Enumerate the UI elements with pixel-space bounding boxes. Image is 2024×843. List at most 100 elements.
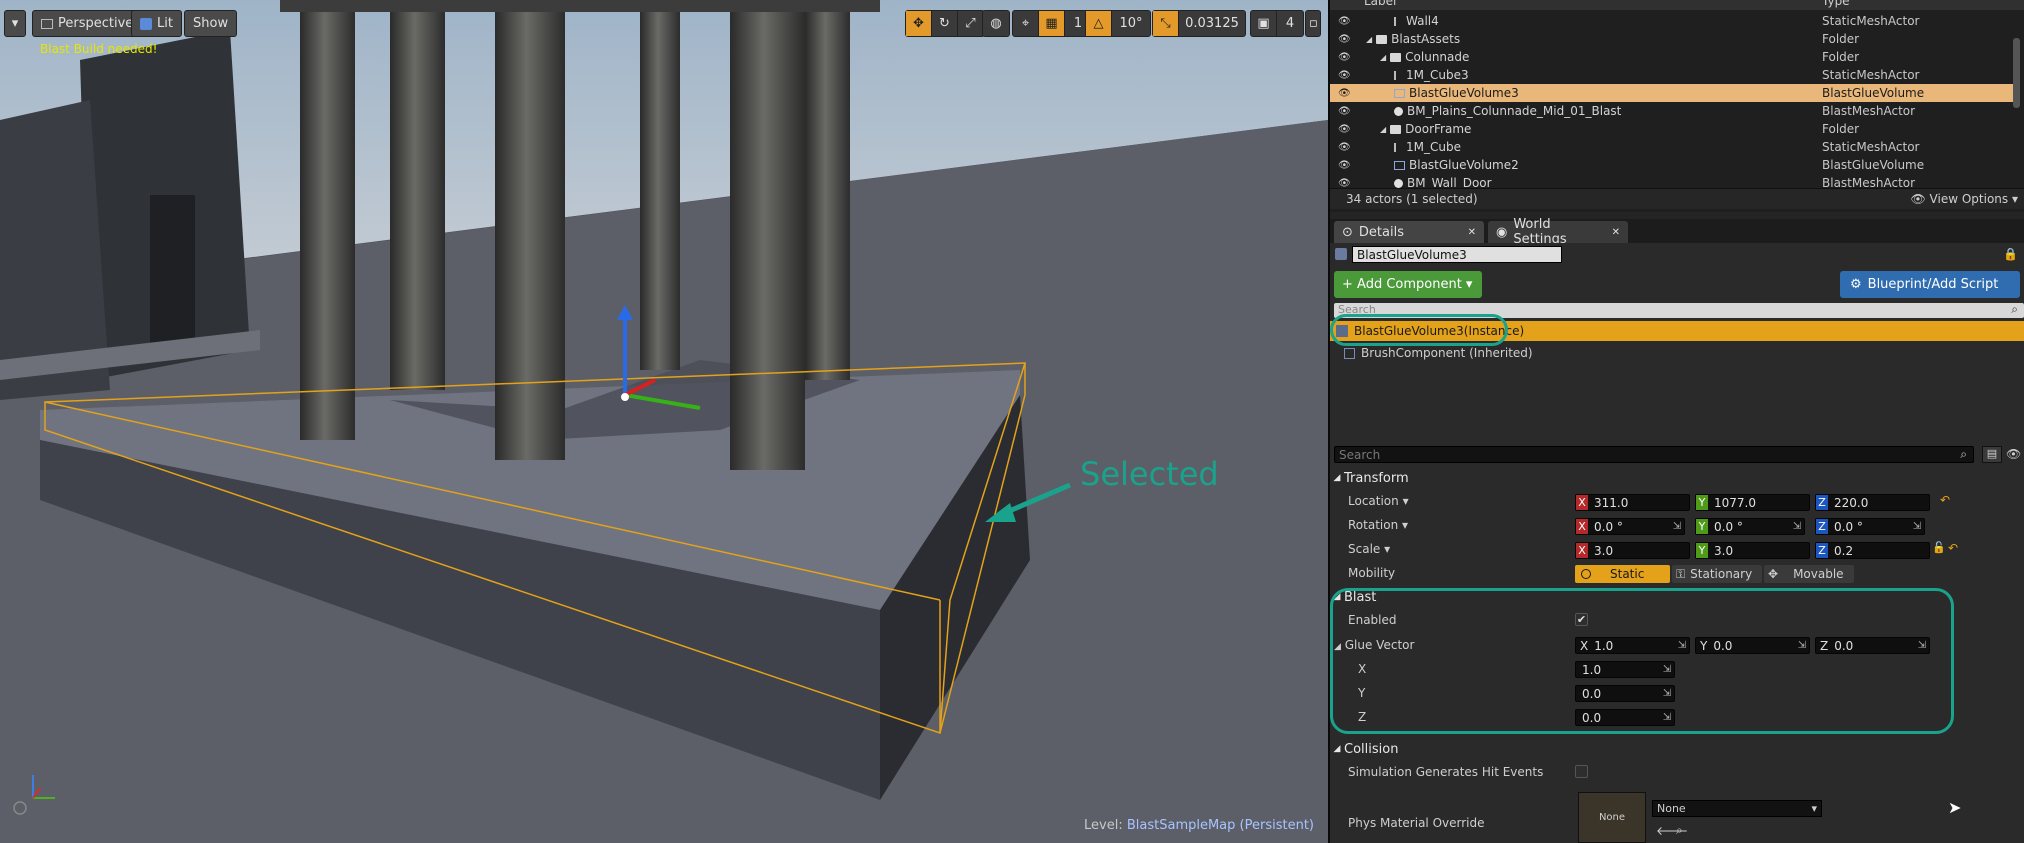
outliner-row[interactable]: 👁 ◢ BlastAssets Folder — [1330, 30, 2020, 48]
view-options-button[interactable]: 👁 View Options ▾ — [1910, 192, 2018, 206]
location-x-field[interactable]: X 311.0 — [1575, 494, 1690, 511]
visibility-eye-icon[interactable]: 👁 — [1338, 160, 1352, 171]
viewport-menu-button[interactable]: ▾ — [4, 10, 26, 37]
scale-x-field[interactable]: X 3.0 — [1575, 542, 1690, 559]
expand-triangle-icon[interactable]: ◢ — [1366, 35, 1372, 44]
details-search[interactable]: Search ⌕ — [1334, 446, 1974, 463]
header-type[interactable]: Type — [1822, 0, 1850, 8]
add-component-button[interactable]: + Add Component ▾ — [1334, 271, 1482, 298]
sim-hit-events-label: Simulation Generates Hit Events — [1348, 765, 1544, 779]
visibility-eye-icon[interactable]: 👁 — [1338, 70, 1352, 81]
scale-mode-button[interactable]: ⤢ — [958, 11, 984, 36]
scale-z-field[interactable]: Z 0.2 — [1815, 542, 1930, 559]
details-search-placeholder: Search — [1339, 448, 1381, 462]
outliner-row[interactable]: 👁 BlastGlueVolume2 BlastGlueVolume — [1330, 156, 2020, 174]
lock-icon[interactable]: 🔒 — [2003, 247, 2018, 261]
rotation-y-field[interactable]: Y 0.0 ° ⇲ — [1695, 518, 1805, 535]
visibility-eye-icon[interactable]: 👁 — [1338, 106, 1352, 117]
outliner-row-type: BlastMeshActor — [1822, 104, 1916, 118]
close-icon[interactable]: ✕ — [1612, 227, 1620, 238]
actor-name-field[interactable] — [1352, 246, 1562, 263]
visibility-eye-icon[interactable]: 👁 — [1338, 34, 1352, 45]
phys-material-dropdown[interactable]: None ▾ — [1652, 800, 1822, 817]
outliner-row[interactable]: 👁 Wall4 StaticMeshActor — [1330, 12, 2020, 30]
outliner-row[interactable]: 👁 1M_Cube StaticMeshActor — [1330, 138, 2020, 156]
add-component-label: + Add Component — [1342, 277, 1462, 292]
show-button[interactable]: Show — [184, 10, 238, 37]
scale-snap-value[interactable]: 0.03125 — [1179, 11, 1245, 36]
visibility-eye-icon[interactable]: 👁 — [1338, 124, 1352, 135]
rotate-mode-button[interactable]: ↻ — [932, 11, 958, 36]
details-panel: 🔒 + Add Component ▾ ⚙ Blueprint/Add Scri… — [1330, 243, 2024, 843]
tab-world-settings[interactable]: ◉ World Settings ✕ — [1488, 217, 1628, 247]
transform-section-header[interactable]: ◢ Transform — [1330, 469, 2020, 487]
outliner-row[interactable]: 👁 ◢ DoorFrame Folder — [1330, 120, 2020, 138]
expand-triangle-icon[interactable]: ◢ — [1380, 53, 1386, 62]
browse-search-icon[interactable]: ⌕ — [1676, 823, 1683, 838]
rotation-label[interactable]: Rotation ▾ — [1348, 518, 1408, 532]
rotation-x-field[interactable]: X 0.0 ° ⇲ — [1575, 518, 1685, 535]
mobility-stationary[interactable]: ⚿ Stationary — [1672, 565, 1762, 583]
outliner-row[interactable]: 👁 BM_Plains_Colunnade_Mid_01_Blast BlastMe… — [1330, 102, 2020, 120]
scene-render[interactable] — [0, 0, 1328, 843]
close-icon[interactable]: ✕ — [1468, 227, 1476, 238]
use-selected-arrow-icon[interactable]: 🡐 — [1656, 823, 1688, 838]
camera-speed-value[interactable]: 4 — [1277, 11, 1303, 36]
rotation-z-field[interactable]: Z 0.0 ° ⇲ — [1815, 518, 1925, 535]
lock-icon[interactable]: 🔓 — [1932, 541, 1946, 554]
visibility-eye-icon[interactable]: 👁 — [1338, 52, 1352, 63]
visibility-eye-icon[interactable]: 👁 — [1338, 16, 1352, 27]
visibility-eye-icon[interactable]: 👁 — [1338, 88, 1352, 99]
mesh-icon — [1394, 70, 1402, 80]
grid-snap-toggle[interactable]: ▦ — [1039, 11, 1065, 36]
perspective-label: Perspective — [58, 16, 134, 31]
transform-title: Transform — [1344, 470, 1409, 486]
camera-speed-group[interactable]: ▣ 4 — [1250, 10, 1304, 37]
translate-mode-button[interactable]: ✥ — [906, 11, 932, 36]
outliner-row[interactable]: 👁 ◢ Colunnade Folder — [1330, 48, 2020, 66]
eye-icon[interactable]: 👁 — [2006, 447, 2021, 461]
mobility-static[interactable]: Static — [1575, 565, 1670, 583]
location-label[interactable]: Location ▾ — [1348, 494, 1409, 508]
static-label: Static — [1610, 567, 1645, 581]
collapse-triangle-icon: ◢ — [1333, 744, 1341, 754]
scale-snap-group: ⤡ 0.03125 — [1152, 10, 1246, 37]
collision-section-header[interactable]: ◢ Collision — [1330, 740, 2020, 758]
visibility-eye-icon[interactable]: 👁 — [1338, 142, 1352, 153]
phys-thumb-label: None — [1598, 812, 1626, 823]
coordinate-system-button[interactable]: ◍ — [982, 10, 1010, 37]
blueprint-label: Blueprint/Add Script — [1867, 277, 1999, 292]
grid-view-icon[interactable]: ▤ — [1982, 446, 2002, 463]
outliner-scrollbar[interactable] — [2013, 38, 2020, 108]
lit-button[interactable]: Lit — [131, 10, 182, 37]
header-label[interactable]: Label — [1364, 0, 1396, 8]
phys-material-thumbnail[interactable]: None — [1578, 792, 1646, 843]
maximize-viewport-button[interactable]: ▫ — [1305, 10, 1321, 37]
perspective-button[interactable]: Perspective — [32, 10, 143, 37]
reset-scale-icon[interactable]: ↶ — [1948, 541, 1958, 555]
rotation-snap-value[interactable]: 10° — [1112, 11, 1150, 36]
location-z-field[interactable]: Z 220.0 — [1815, 494, 1930, 511]
reset-location-icon[interactable]: ↶ — [1940, 493, 1950, 507]
outliner-row[interactable]: 👁 BlastGlueVolume3 BlastGlueVolume — [1330, 84, 2020, 102]
rotation-snap-toggle[interactable]: △ — [1086, 11, 1112, 36]
surface-snap-button[interactable]: ⌖ — [1013, 11, 1039, 36]
scale-y-field[interactable]: Y 3.0 — [1695, 542, 1810, 559]
level-viewport[interactable]: ▾ Perspective Lit Show Blast Build neede… — [0, 0, 1330, 843]
mobility-movable[interactable]: ✥ Movable — [1764, 565, 1854, 583]
sim-hit-events-checkbox[interactable] — [1575, 765, 1588, 778]
visibility-eye-icon[interactable]: 👁 — [1338, 178, 1352, 189]
grid-icon: ▦ — [1045, 16, 1058, 31]
blueprint-button[interactable]: ⚙ Blueprint/Add Script — [1840, 271, 2020, 298]
tab-details[interactable]: ⊙ Details ✕ — [1334, 221, 1484, 243]
blueprint-icon: ⚙ — [1850, 277, 1862, 292]
collision-title: Collision — [1344, 741, 1399, 757]
component-brush-row[interactable]: BrushComponent (Inherited) — [1330, 343, 2024, 363]
expand-triangle-icon[interactable]: ◢ — [1380, 125, 1386, 134]
scale-snap-toggle[interactable]: ⤡ — [1153, 11, 1179, 36]
outliner-row[interactable]: 👁 1M_Cube3 StaticMeshActor — [1330, 66, 2020, 84]
outliner-row-label: Wall4 — [1394, 14, 1439, 28]
location-y-field[interactable]: Y 1077.0 — [1695, 494, 1810, 511]
scale-label[interactable]: Scale ▾ — [1348, 542, 1390, 556]
move-icon: ✥ — [913, 16, 924, 31]
